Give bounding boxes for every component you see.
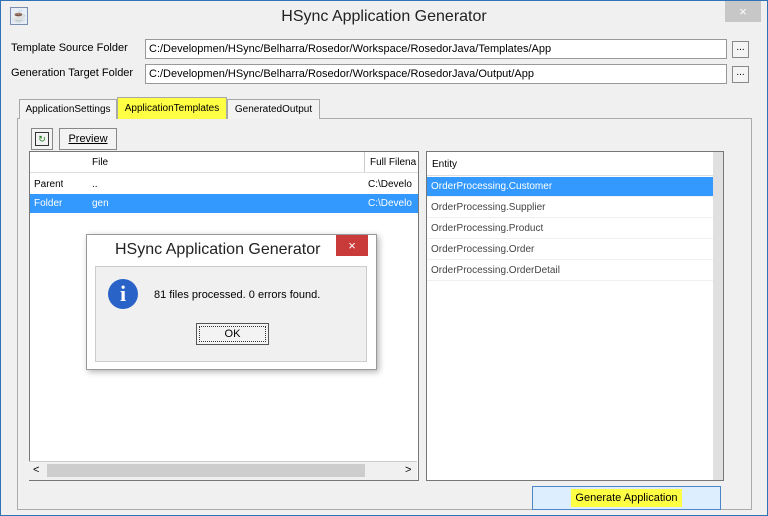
dialog-close-button[interactable]: × — [336, 235, 368, 256]
title-bar: ☕ HSync Application Generator × — [1, 1, 767, 34]
row-full-filename: C:\Develo — [368, 198, 412, 209]
column-full-filename[interactable]: Full Filena — [370, 157, 416, 168]
list-item[interactable]: OrderProcessing.Supplier — [427, 198, 713, 218]
list-item[interactable]: OrderProcessing.Product — [427, 219, 713, 239]
dialog-message: 81 files processed. 0 errors found. — [154, 289, 321, 301]
table-row[interactable]: Folder gen C:\Develo — [30, 194, 418, 213]
refresh-icon: ↻ — [35, 132, 49, 146]
scroll-left-button[interactable]: < — [33, 464, 39, 476]
table-row[interactable]: Parent .. C:\Develo — [30, 175, 418, 194]
row-type: Folder — [34, 198, 63, 209]
entity-list-header: Entity — [427, 152, 723, 176]
message-dialog: HSync Application Generator × i 81 files… — [86, 234, 377, 370]
tab-application-templates[interactable]: ApplicationTemplates — [117, 97, 227, 119]
entity-list: Entity OrderProcessing.Customer OrderPro… — [426, 151, 724, 481]
ok-button[interactable]: OK — [196, 323, 269, 345]
preview-button[interactable]: Preview — [59, 128, 117, 150]
generation-target-field[interactable]: C:/Developmen/HSync/Belharra/Rosedor/Wor… — [145, 64, 727, 84]
scrollbar-thumb[interactable] — [47, 464, 365, 477]
window-close-button[interactable]: × — [725, 1, 761, 22]
row-full-filename: C:\Develo — [368, 179, 412, 190]
file-table-horizontal-scrollbar[interactable]: < > — [29, 461, 417, 480]
list-item[interactable]: OrderProcessing.Customer — [427, 177, 713, 197]
row-type: Parent — [34, 179, 64, 190]
tab-application-settings[interactable]: ApplicationSettings — [19, 99, 117, 119]
template-source-label: Template Source Folder — [11, 42, 128, 54]
dialog-body: i 81 files processed. 0 errors found. OK — [95, 266, 367, 362]
focus-ring — [199, 326, 266, 342]
preview-label: Preview — [68, 133, 108, 145]
template-source-browse-button[interactable]: ... — [732, 41, 749, 58]
generation-target-browse-button[interactable]: ... — [732, 66, 749, 83]
list-item[interactable]: OrderProcessing.Order — [427, 240, 713, 260]
column-file[interactable]: File — [92, 157, 108, 168]
refresh-button[interactable]: ↻ — [31, 128, 53, 150]
info-icon: i — [108, 279, 138, 309]
main-window: ☕ HSync Application Generator × Template… — [0, 0, 768, 516]
dialog-title: HSync Application Generator — [115, 241, 321, 258]
entity-list-scrollbar[interactable] — [713, 152, 723, 480]
row-file: .. — [92, 179, 98, 190]
column-divider — [364, 152, 365, 172]
row-file: gen — [92, 198, 109, 209]
window-title: HSync Application Generator — [281, 8, 487, 25]
generation-target-label: Generation Target Folder — [11, 67, 134, 79]
file-table-header: File Full Filena — [30, 152, 418, 173]
template-source-field[interactable]: C:/Developmen/HSync/Belharra/Rosedor/Wor… — [145, 39, 727, 59]
scroll-right-button[interactable]: > — [405, 464, 411, 476]
generate-application-button[interactable]: Generate Application — [532, 486, 721, 510]
generate-application-label: Generate Application — [571, 489, 682, 507]
tab-generated-output[interactable]: GeneratedOutput — [227, 99, 320, 119]
list-item[interactable]: OrderProcessing.OrderDetail — [427, 261, 713, 281]
